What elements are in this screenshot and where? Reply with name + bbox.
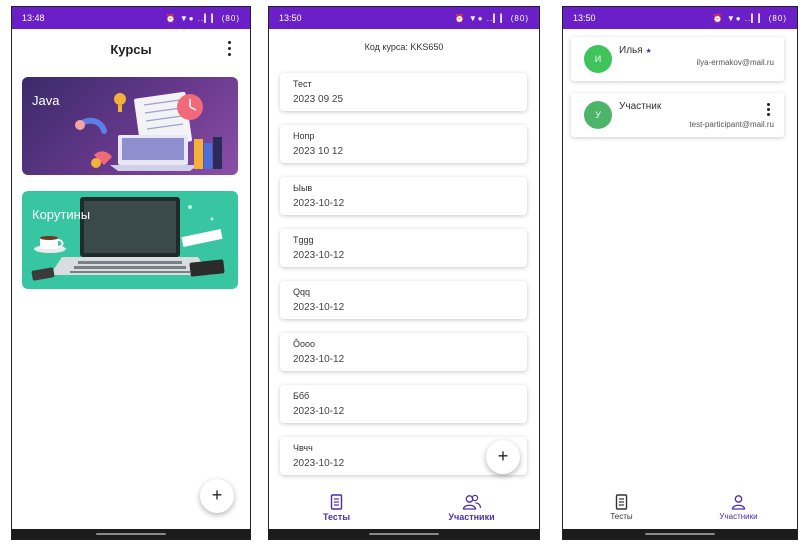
test-title: Тggg [293,235,314,245]
test-card[interactable]: Ôooo 2023-10-12 [280,333,527,371]
people-icon [731,495,746,510]
test-date: 2023-10-12 [293,302,345,313]
coroutines-illustration [31,197,225,281]
app-bar: Курсы [12,29,250,69]
nav-label: Тесты [610,512,633,521]
status-time: 13:50 [279,13,302,23]
nav-label: Тесты [322,512,351,522]
bottom-navigation: Тесты Участники [269,487,539,529]
test-title: Ббб [293,391,310,401]
nav-tab-participants[interactable]: Участники [680,487,797,529]
member-email: ilya-ermakov@mail.ru [696,58,774,67]
test-title: Qqq [293,287,311,297]
nav-tab-participants[interactable]: Участники [404,487,539,529]
status-icons: ⏰ ▼● ..▎▎ (80) [712,13,787,23]
course-card-java[interactable]: Java [22,77,238,175]
people-icon [462,494,482,510]
member-card[interactable]: И Илья ★ ilya-ermakov@mail.ru [571,37,784,81]
member-menu-icon[interactable] [767,103,770,116]
test-title: Ыыв [293,183,313,193]
test-title: Тест [293,79,312,89]
status-icons: ⏰ ▼● ..▎▎ (80) [165,13,240,23]
system-nav-bar [563,529,797,539]
status-bar: 13:48 ⏰ ▼● ..▎▎ (80) [12,7,250,29]
test-date: 2023-10-12 [293,198,345,209]
course-card-coroutines[interactable]: Корутины [22,191,238,289]
status-time: 13:48 [22,13,45,23]
member-name-text: Илья [619,45,643,56]
member-card[interactable]: У Участник test-participant@mail.ru [571,93,784,137]
test-date: 2023 10 12 [293,146,344,157]
test-date: 2023-10-12 [293,406,345,417]
bottom-navigation: Тесты Участники [563,487,797,529]
nav-label: Участники [448,512,495,522]
course-title: Java [32,93,60,108]
tests-screen: 13:50 ⏰ ▼● ..▎▎ (80) Код курса: KKS650 Т… [268,6,540,540]
course-code: Код курса: KKS650 [364,42,444,52]
test-card[interactable]: Тест 2023 09 25 [280,73,527,111]
avatar: У [584,101,612,129]
nav-tab-tests[interactable]: Тесты [563,487,680,529]
test-card[interactable]: Qqq 2023-10-12 [280,281,527,319]
test-title: Чвчч [293,443,313,453]
status-bar: 13:50 ⏰ ▼● ..▎▎ (80) [269,7,539,29]
test-date: 2023-10-12 [293,354,345,365]
more-menu-icon[interactable] [228,41,232,56]
status-time: 13:50 [573,13,596,23]
owner-badge-icon: ★ [645,48,652,55]
courses-screen: 13:48 ⏰ ▼● ..▎▎ (80) Курсы Java Корутины… [11,6,251,540]
test-date: 2023-10-12 [293,250,345,261]
system-nav-bar [12,529,250,539]
avatar: И [584,45,612,73]
clipboard-icon [615,494,628,510]
add-test-button[interactable]: + [486,440,520,474]
member-name: Участник [619,101,662,112]
status-bar: 13:50 ⏰ ▼● ..▎▎ (80) [563,7,797,29]
member-name: Илья ★ [619,45,652,56]
nav-label: Участники [719,512,758,521]
test-date: 2023-10-12 [293,458,345,469]
status-icons: ⏰ ▼● ..▎▎ (80) [454,13,529,23]
system-nav-bar [269,529,539,539]
clipboard-icon [330,494,343,510]
test-card[interactable]: Ббб 2023-10-12 [280,385,527,423]
test-date: 2023 09 25 [293,94,344,105]
member-email: test-participant@mail.ru [689,120,774,129]
java-illustration [75,91,222,171]
test-card[interactable]: Тggg 2023-10-12 [280,229,527,267]
test-card[interactable]: Нопр 2023 10 12 [280,125,527,163]
test-title: Ôooo [293,339,316,349]
test-title: Нопр [293,131,315,141]
page-title: Курсы [110,42,152,57]
test-card[interactable]: Ыыв 2023-10-12 [280,177,527,215]
participants-screen: 13:50 ⏰ ▼● ..▎▎ (80) И Илья ★ ilya-ermak… [562,6,798,540]
add-course-button[interactable]: + [200,479,234,513]
nav-tab-tests[interactable]: Тесты [269,487,404,529]
course-title: Корутины [32,207,91,222]
